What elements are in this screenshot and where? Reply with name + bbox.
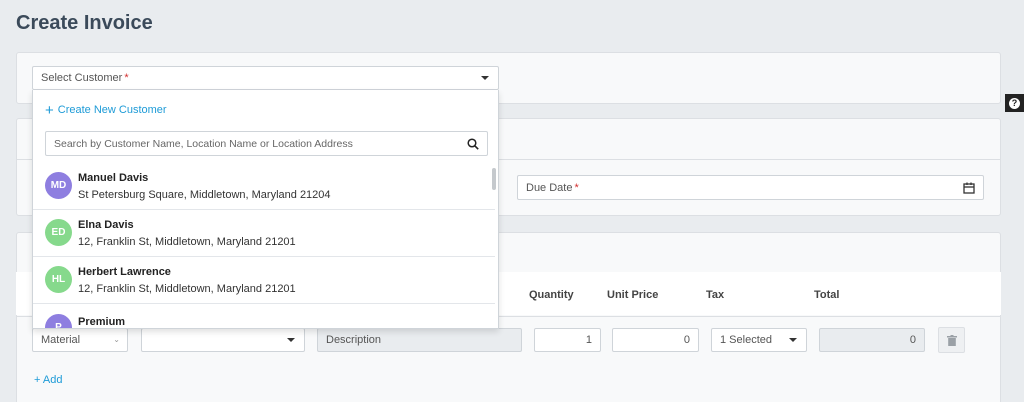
create-new-customer-label: Create New Customer [57, 104, 167, 116]
customer-list-item[interactable]: HL Herbert Lawrence 12, Franklin St, Mid… [33, 257, 495, 304]
unit-price-input[interactable]: 0 [612, 328, 699, 352]
customer-search-box [45, 131, 488, 156]
help-icon[interactable]: ? [1005, 94, 1024, 112]
item-type-select[interactable]: Material ⌄ [32, 328, 128, 352]
item-type-value: Material [41, 334, 81, 346]
chevron-down-icon: ⌄ [113, 335, 120, 344]
customer-name: Herbert Lawrence [78, 266, 171, 278]
avatar: ED [45, 219, 72, 246]
total-field: 0 [819, 328, 925, 352]
quantity-input[interactable]: 1 [534, 328, 601, 352]
add-line-item-link[interactable]: + Add [34, 374, 62, 386]
select-customer-dropdown[interactable]: Select Customer * [32, 66, 499, 90]
select-customer-label: Select Customer [41, 72, 123, 84]
description-field[interactable]: Description [317, 328, 522, 352]
customer-address: 12, Franklin St, Middletown, Maryland 21… [78, 283, 296, 295]
customer-list-item[interactable]: MD Manuel Davis St Petersburg Square, Mi… [33, 163, 495, 210]
chevron-down-icon [481, 76, 489, 80]
column-header-tax: Tax [706, 289, 725, 301]
delete-row-button[interactable] [938, 327, 965, 353]
customer-name: Manuel Davis [78, 172, 149, 184]
due-date-field[interactable]: Due Date * [517, 175, 984, 200]
required-marker: * [574, 181, 579, 194]
unit-price-value: 0 [683, 334, 690, 346]
search-icon[interactable] [467, 138, 479, 150]
page-title: Create Invoice [16, 12, 153, 34]
avatar: HL [45, 266, 72, 293]
trash-icon [946, 334, 957, 346]
avatar: MD [45, 172, 72, 199]
customer-address: 12, Franklin St, Middletown, Maryland 21… [78, 236, 296, 248]
column-header-quantity: Quantity [529, 289, 574, 301]
customer-name: Elna Davis [78, 219, 134, 231]
customer-address: St Petersburg Square, Middletown, Maryla… [78, 189, 331, 201]
due-date-label: Due Date [526, 181, 573, 194]
customer-dropdown-panel: + Create New Customer MD Manuel Davis St… [32, 90, 499, 329]
avatar: P [45, 314, 72, 328]
quantity-value: 1 [585, 334, 592, 346]
plus-icon: + [45, 101, 54, 119]
item-name-select[interactable] [141, 328, 305, 352]
customer-name: Premium [78, 316, 126, 328]
chevron-down-icon [789, 338, 797, 342]
total-value: 0 [909, 334, 916, 346]
required-marker: * [124, 72, 129, 84]
create-new-customer-link[interactable]: + Create New Customer [45, 101, 167, 119]
customer-list-item[interactable]: P Premium [33, 304, 495, 328]
customer-list-item[interactable]: ED Elna Davis 12, Franklin St, Middletow… [33, 210, 495, 257]
tax-select[interactable]: 1 Selected [711, 328, 807, 352]
dropdown-scrollbar[interactable] [492, 168, 496, 190]
tax-value: 1 Selected [720, 334, 772, 346]
chevron-down-icon [287, 338, 295, 342]
description-placeholder: Description [326, 334, 382, 346]
calendar-icon[interactable] [963, 182, 975, 194]
customer-search-input[interactable] [46, 132, 446, 155]
column-header-unit-price: Unit Price [607, 289, 659, 301]
column-header-total: Total [814, 289, 840, 301]
